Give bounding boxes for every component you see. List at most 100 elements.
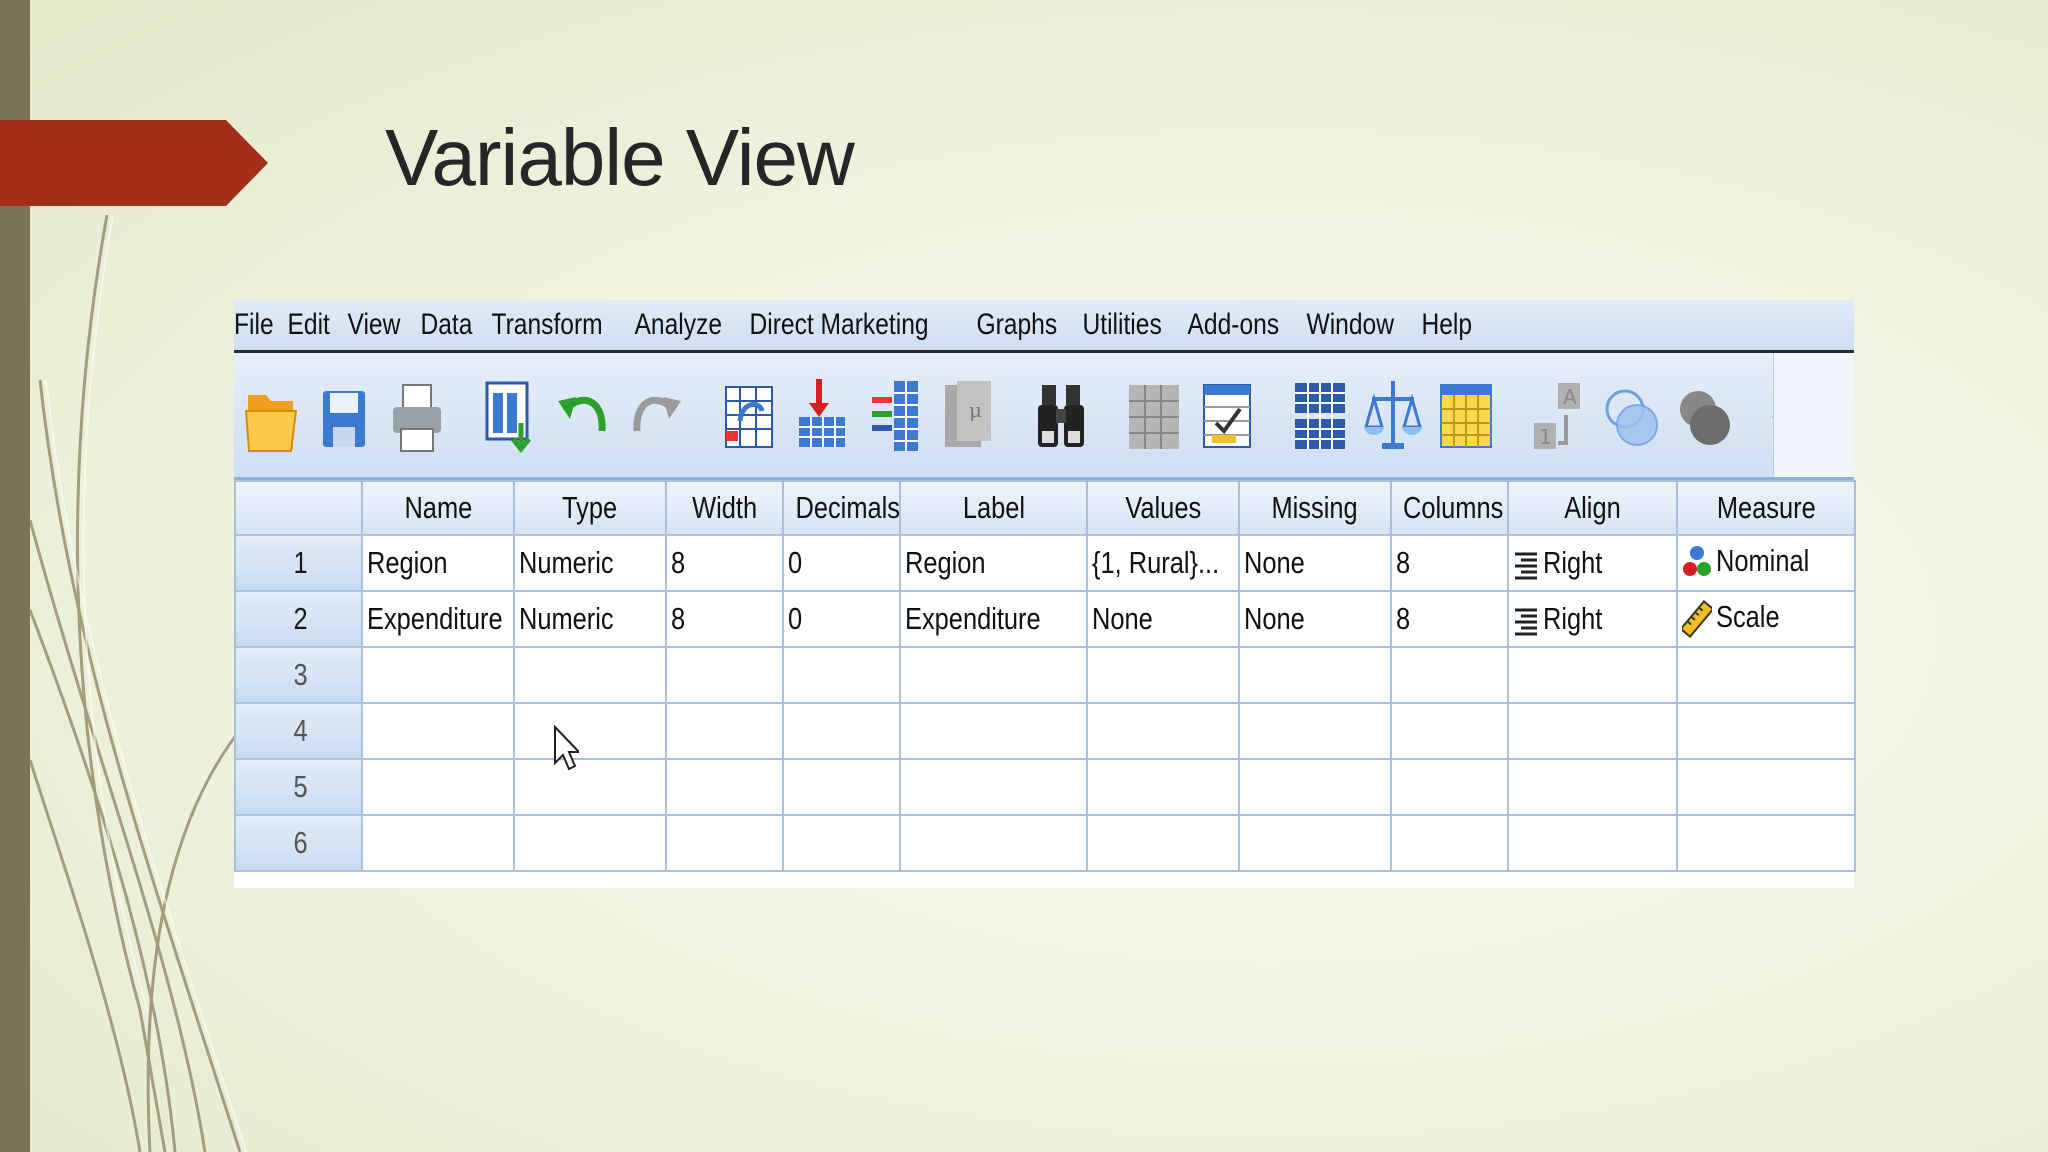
- menu-edit[interactable]: Edit: [276, 308, 341, 342]
- empty-cell[interactable]: [665, 758, 784, 816]
- empty-cell[interactable]: [1390, 646, 1509, 704]
- cell-values[interactable]: {1, Rural}...: [1086, 534, 1240, 592]
- cell-columns[interactable]: 8: [1390, 534, 1509, 592]
- use-sets-button[interactable]: [1603, 371, 1661, 459]
- column-header-measure[interactable]: Measure: [1676, 480, 1856, 536]
- insert-variable-button[interactable]: [1198, 371, 1256, 459]
- cell-decimals[interactable]: 0: [782, 590, 901, 648]
- show-all-variables-button[interactable]: [1676, 371, 1734, 459]
- empty-cell[interactable]: [1676, 646, 1856, 704]
- print-button[interactable]: [388, 371, 446, 459]
- undo-button[interactable]: [554, 371, 612, 459]
- row-number[interactable]: 1: [234, 534, 363, 592]
- column-header-columns[interactable]: Columns: [1390, 480, 1509, 536]
- empty-cell[interactable]: [1507, 758, 1678, 816]
- insert-cases-button[interactable]: [1125, 371, 1183, 459]
- column-header-align[interactable]: Align: [1507, 480, 1678, 536]
- cell-align[interactable]: Right: [1507, 534, 1678, 592]
- empty-cell[interactable]: [1390, 702, 1509, 760]
- empty-cell[interactable]: [1238, 702, 1392, 760]
- row-number[interactable]: 3: [234, 646, 363, 704]
- cell-name[interactable]: Region: [361, 534, 515, 592]
- empty-cell[interactable]: [782, 646, 901, 704]
- empty-cell[interactable]: [1086, 646, 1240, 704]
- column-header-name[interactable]: Name: [361, 480, 515, 536]
- menu-add-ons[interactable]: Add-ons: [1176, 308, 1291, 342]
- empty-cell[interactable]: [665, 702, 784, 760]
- cell-width[interactable]: 8: [665, 590, 784, 648]
- row-number[interactable]: 5: [234, 758, 363, 816]
- empty-cell[interactable]: [1238, 646, 1392, 704]
- menu-graphs[interactable]: Graphs: [965, 308, 1069, 342]
- menu-direct-marketing[interactable]: Direct Marketing: [738, 308, 940, 342]
- empty-cell[interactable]: [1676, 702, 1856, 760]
- cell-name[interactable]: Expenditure: [361, 590, 515, 648]
- menu-utilities[interactable]: Utilities: [1071, 308, 1173, 342]
- menu-transform[interactable]: Transform: [480, 308, 614, 342]
- empty-cell[interactable]: [513, 814, 667, 872]
- empty-cell[interactable]: [665, 646, 784, 704]
- row-number[interactable]: 4: [234, 702, 363, 760]
- menu-data[interactable]: Data: [409, 308, 484, 342]
- column-header-values[interactable]: Values: [1086, 480, 1240, 536]
- empty-cell[interactable]: [899, 646, 1088, 704]
- empty-cell[interactable]: [782, 702, 901, 760]
- grid-corner[interactable]: [234, 480, 363, 536]
- empty-cell[interactable]: [1238, 758, 1392, 816]
- empty-cell[interactable]: [1676, 758, 1856, 816]
- cell-measure[interactable]: Scale: [1676, 590, 1856, 648]
- empty-cell[interactable]: [782, 814, 901, 872]
- empty-cell[interactable]: [1086, 758, 1240, 816]
- cell-columns[interactable]: 8: [1390, 590, 1509, 648]
- empty-cell[interactable]: [1507, 702, 1678, 760]
- menu-analyze[interactable]: Analyze: [623, 308, 733, 342]
- empty-cell[interactable]: [1086, 702, 1240, 760]
- cell-missing[interactable]: None: [1238, 590, 1392, 648]
- cell-label[interactable]: Region: [899, 534, 1088, 592]
- find-button[interactable]: [1032, 371, 1090, 459]
- cell-label[interactable]: Expenditure: [899, 590, 1088, 648]
- empty-cell[interactable]: [1086, 814, 1240, 872]
- row-number[interactable]: 2: [234, 590, 363, 648]
- split-file-button[interactable]: [1291, 371, 1349, 459]
- cell-type[interactable]: Numeric: [513, 590, 667, 648]
- empty-cell[interactable]: [513, 758, 667, 816]
- empty-cell[interactable]: [361, 814, 515, 872]
- cell-decimals[interactable]: 0: [782, 534, 901, 592]
- descriptives-button[interactable]: μ: [939, 371, 997, 459]
- row-number[interactable]: 6: [234, 814, 363, 872]
- cell-values[interactable]: None: [1086, 590, 1240, 648]
- menu-window[interactable]: Window: [1295, 308, 1405, 342]
- value-labels-button[interactable]: A1: [1530, 371, 1588, 459]
- cell-width[interactable]: 8: [665, 534, 784, 592]
- empty-cell[interactable]: [1676, 814, 1856, 872]
- empty-cell[interactable]: [361, 758, 515, 816]
- empty-cell[interactable]: [1390, 758, 1509, 816]
- variables-button[interactable]: [866, 371, 924, 459]
- empty-cell[interactable]: [899, 814, 1088, 872]
- redo-button[interactable]: [627, 371, 685, 459]
- recall-dialog-button[interactable]: [481, 371, 539, 459]
- open-data-button[interactable]: [242, 371, 300, 459]
- cell-type[interactable]: Numeric: [513, 534, 667, 592]
- cell-measure[interactable]: Nominal: [1676, 534, 1856, 592]
- empty-cell[interactable]: [513, 702, 667, 760]
- empty-cell[interactable]: [899, 758, 1088, 816]
- menu-help[interactable]: Help: [1410, 308, 1484, 342]
- empty-cell[interactable]: [782, 758, 901, 816]
- go-to-case-button[interactable]: [720, 371, 778, 459]
- column-header-type[interactable]: Type: [513, 480, 667, 536]
- empty-cell[interactable]: [1390, 814, 1509, 872]
- column-header-label[interactable]: Label: [899, 480, 1088, 536]
- empty-cell[interactable]: [1507, 646, 1678, 704]
- empty-cell[interactable]: [665, 814, 784, 872]
- cell-missing[interactable]: None: [1238, 534, 1392, 592]
- empty-cell[interactable]: [361, 646, 515, 704]
- column-header-missing[interactable]: Missing: [1238, 480, 1392, 536]
- save-button[interactable]: [315, 371, 373, 459]
- select-cases-button[interactable]: [1437, 371, 1495, 459]
- column-header-decimals[interactable]: Decimals: [782, 480, 901, 536]
- empty-cell[interactable]: [1507, 814, 1678, 872]
- weight-cases-button[interactable]: [1364, 371, 1422, 459]
- empty-cell[interactable]: [513, 646, 667, 704]
